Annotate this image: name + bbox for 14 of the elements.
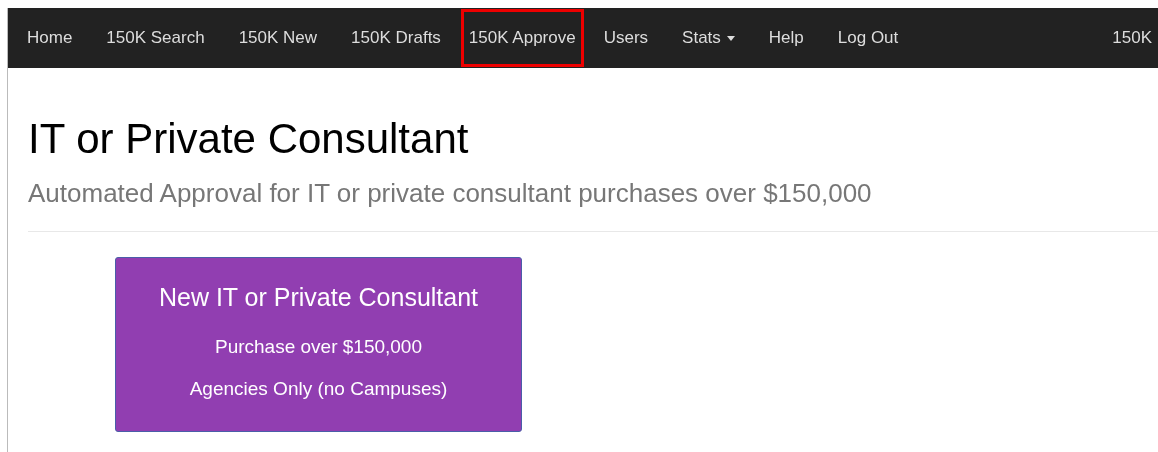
nav-link[interactable]: 150K Search: [92, 9, 219, 67]
nav-link[interactable]: Log Out: [823, 9, 913, 67]
nav-link[interactable]: 150K Drafts: [337, 9, 455, 67]
nav-link[interactable]: Help: [754, 9, 818, 67]
nav-link[interactable]: Home: [13, 9, 87, 67]
dropdown-menu-link[interactable]: Stats: [668, 9, 749, 67]
page-title: IT or Private Consultant: [28, 118, 470, 160]
nav-link[interactable]: 150K New: [224, 9, 332, 67]
new-request-button[interactable]: New IT or Private Consultant Purchase over $150,000 Agencies Only (no Campuses): [115, 257, 522, 432]
caret-icon: [726, 35, 735, 41]
nav-link[interactable]: 150K Approve: [460, 9, 584, 67]
nav-text: 150K: [1112, 27, 1152, 50]
page-subtitle: Automated Approval for IT or private consultant purchases over $150,000: [28, 177, 873, 210]
nav-link[interactable]: Users: [589, 9, 663, 67]
